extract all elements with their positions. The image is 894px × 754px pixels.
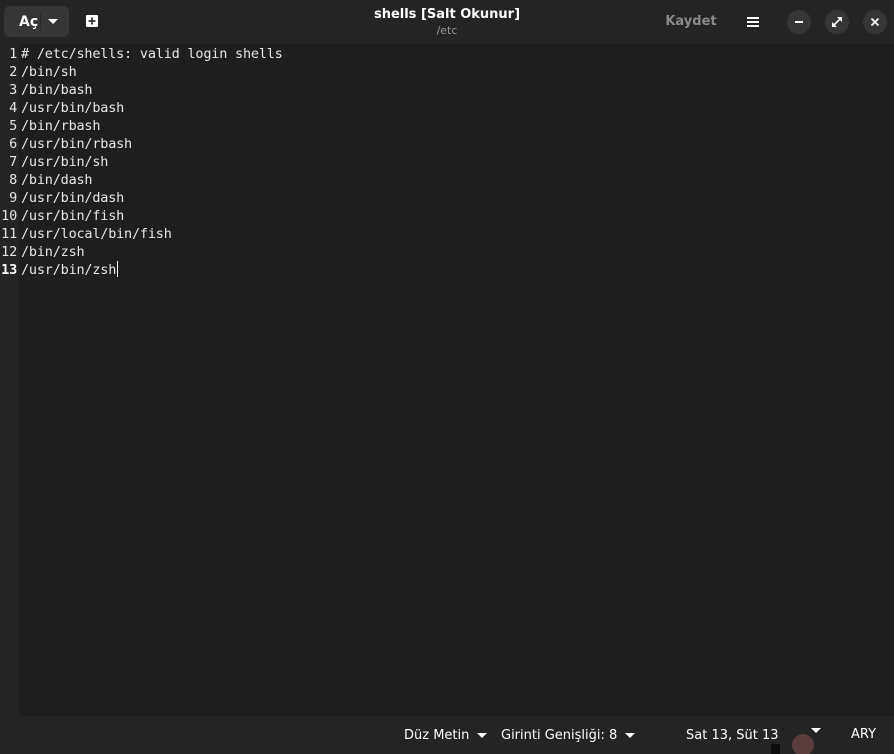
insert-mode-indicator[interactable]: ARY — [851, 722, 876, 748]
editor-line[interactable]: 2 /bin/sh — [0, 63, 894, 81]
language-selector[interactable]: Düz Metin — [404, 722, 488, 748]
avatar — [792, 734, 814, 754]
line-number: 6 — [9, 136, 17, 152]
line-text[interactable]: /usr/local/bin/fish — [21, 225, 172, 243]
cursor-position-label: Sat 13, Süt 13 — [686, 727, 779, 743]
line-number: 10 — [1, 208, 17, 224]
line-text[interactable]: /usr/bin/bash — [21, 99, 124, 117]
line-number: 4 — [9, 100, 17, 116]
minimize-button[interactable] — [787, 10, 811, 34]
editor-line[interactable]: 6 /usr/bin/rbash — [0, 135, 894, 153]
main-menu-button[interactable] — [739, 8, 767, 36]
close-icon — [870, 17, 880, 27]
line-number: 2 — [9, 64, 17, 80]
chevron-down-icon — [625, 732, 636, 738]
line-text[interactable]: /usr/bin/zsh — [21, 261, 119, 279]
open-button-label: Aç — [19, 13, 39, 30]
language-label: Düz Metin — [404, 727, 470, 743]
editor-line[interactable]: 7 /usr/bin/sh — [0, 153, 894, 171]
status-bar: Düz Metin Girinti Genişliği: 8 Sat 13, S… — [0, 716, 894, 754]
line-text[interactable]: /usr/bin/sh — [21, 153, 108, 171]
text-editor[interactable]: 1 # /etc/shells: valid login shells 2 /b… — [0, 44, 894, 716]
background-window-fragment — [771, 744, 780, 754]
open-button[interactable]: Aç — [4, 6, 69, 37]
line-number: 7 — [9, 154, 17, 170]
chevron-down-icon[interactable] — [48, 19, 58, 24]
line-number: 8 — [9, 172, 17, 188]
save-button[interactable]: Kaydet — [657, 9, 725, 35]
chevron-down-icon — [477, 732, 488, 738]
header-bar: Aç shells [Salt Okunur] /etc Kaydet — [0, 0, 894, 44]
line-text[interactable]: /bin/sh — [21, 63, 77, 81]
line-number: 12 — [1, 244, 17, 260]
line-number: 9 — [9, 190, 17, 206]
line-text[interactable]: /usr/bin/fish — [21, 207, 124, 225]
minimize-icon — [795, 21, 803, 23]
indent-width-selector[interactable]: Girinti Genişliği: 8 — [501, 722, 636, 748]
window-title-area: shells [Salt Okunur] /etc — [250, 6, 644, 38]
window-title: shells [Salt Okunur] — [373, 7, 521, 22]
editor-line[interactable]: 12 /bin/zsh — [0, 243, 894, 261]
editor-line[interactable]: 10 /usr/bin/fish — [0, 207, 894, 225]
close-button[interactable] — [863, 10, 887, 34]
indent-width-label: Girinti Genişliği: 8 — [501, 727, 618, 743]
new-tab-button[interactable] — [78, 7, 106, 35]
line-number: 1 — [9, 46, 17, 62]
window-subtitle: /etc — [436, 24, 458, 37]
editor-line[interactable]: 1 # /etc/shells: valid login shells — [0, 45, 894, 63]
hamburger-menu-icon — [747, 17, 759, 27]
editor-line[interactable]: 4 /usr/bin/bash — [0, 99, 894, 117]
line-number-current: 13 — [1, 262, 17, 278]
editor-line[interactable]: 11 /usr/local/bin/fish — [0, 225, 894, 243]
new-tab-icon — [86, 15, 98, 27]
line-text[interactable]: # /etc/shells: valid login shells — [21, 45, 283, 63]
line-number: 3 — [9, 82, 17, 98]
text-cursor — [117, 261, 119, 277]
editor-line[interactable]: 3 /bin/bash — [0, 81, 894, 99]
line-text[interactable]: /usr/bin/dash — [21, 189, 124, 207]
open-button-divider — [40, 12, 41, 31]
editor-line-current[interactable]: 13 /usr/bin/zsh — [0, 261, 894, 279]
line-text-content: /usr/bin/zsh — [21, 262, 117, 278]
line-number: 11 — [1, 226, 17, 242]
maximize-button[interactable] — [825, 10, 849, 34]
line-number: 5 — [9, 118, 17, 134]
editor-line[interactable]: 9 /usr/bin/dash — [0, 189, 894, 207]
line-text[interactable]: /usr/bin/rbash — [21, 135, 132, 153]
cursor-position-selector[interactable]: Sat 13, Süt 13 — [686, 722, 779, 748]
line-text[interactable]: /bin/zsh — [21, 243, 85, 261]
editor-line[interactable]: 5 /bin/rbash — [0, 117, 894, 135]
line-text[interactable]: /bin/rbash — [21, 117, 100, 135]
chevron-down-icon[interactable] — [811, 728, 821, 733]
maximize-icon — [832, 17, 842, 27]
line-text[interactable]: /bin/dash — [21, 171, 93, 189]
editor-line[interactable]: 8 /bin/dash — [0, 171, 894, 189]
line-text[interactable]: /bin/bash — [21, 81, 93, 99]
